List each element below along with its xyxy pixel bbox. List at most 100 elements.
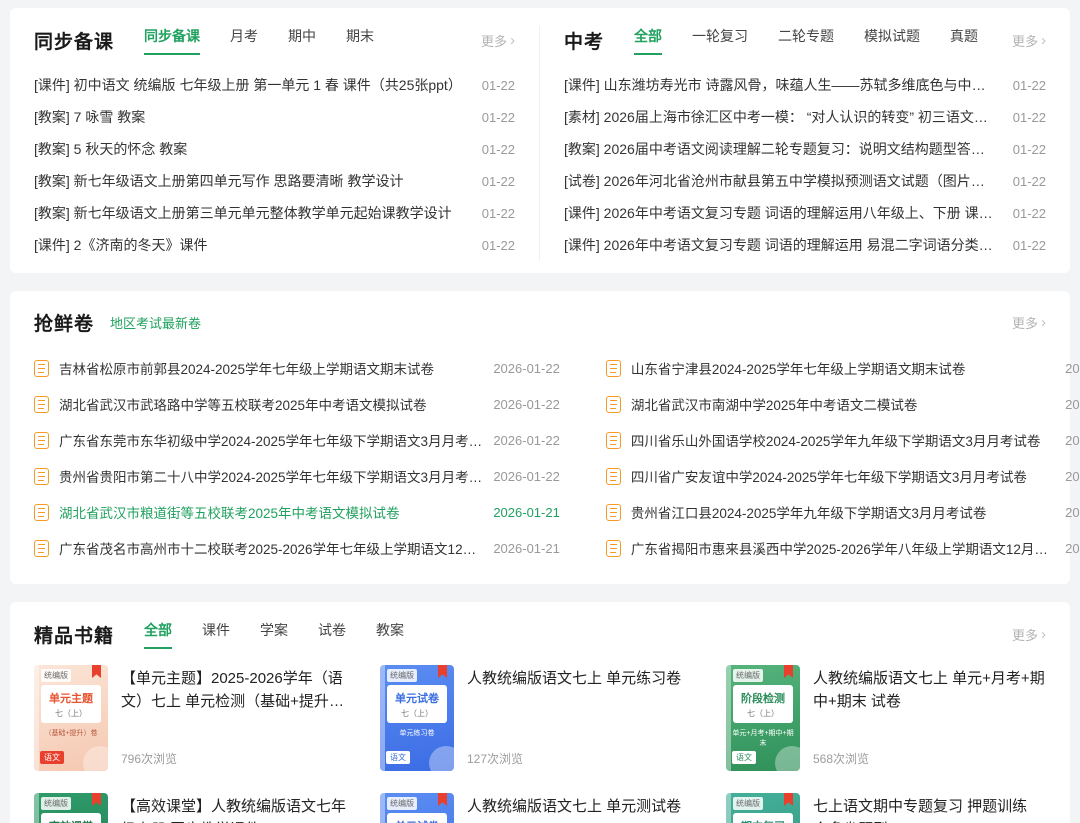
list-item[interactable]: [素材] 2026届上海市徐汇区中考一模： “对人认识的转变” 初三语文作… 0…: [564, 101, 1046, 133]
paper-list-item[interactable]: 湖北省武汉市南湖中学2025年中考语文二模试卷 2026-01-22: [605, 386, 1080, 422]
item-title[interactable]: [素材] 2026届上海市徐汇区中考一模： “对人认识的转变” 初三语文作…: [564, 107, 999, 127]
tab-round1-review[interactable]: 一轮复习: [692, 26, 748, 55]
book-title[interactable]: 七上语文期中专题复习 押题训练 含多省题型: [813, 795, 1046, 823]
sync-prep-more-link[interactable]: 更多 ›: [481, 31, 515, 50]
item-date: 01-22: [1012, 173, 1046, 189]
zhongkao-more-link[interactable]: 更多 ›: [1012, 31, 1046, 50]
paper-title[interactable]: 四川省广安友谊中学2024-2025学年七年级下学期语文3月月考试卷: [631, 466, 1055, 486]
list-item[interactable]: [课件] 2026年中考语文复习专题 词语的理解运用八年级上、下册 课件(… 0…: [564, 197, 1046, 229]
paper-doc-icon: [605, 539, 621, 557]
paper-title[interactable]: 贵州省贵阳市第二十八中学2024-2025学年七年级下学期语文3月月考试卷: [59, 466, 483, 486]
tab-mock-papers[interactable]: 模拟试题: [864, 26, 920, 55]
paper-doc-icon: [34, 503, 49, 521]
paper-title[interactable]: 山东省宁津县2024-2025学年七年级上学期语文期末试卷: [631, 358, 1055, 378]
item-title[interactable]: [课件] 山东潍坊寿光市 诗露风骨，味蕴人生——苏轼多维底色与中考诗…: [564, 75, 999, 95]
fresh-papers-panel: 抢鲜卷 地区考试最新卷 更多 › 吉林省松原市前郭县2024-2025学年七年级…: [10, 291, 1080, 584]
paper-date: 2026-01-21: [493, 540, 560, 556]
paper-doc-icon: [34, 395, 49, 413]
cover-main-text: 单元试卷: [395, 693, 439, 705]
list-item[interactable]: [课件] 初中语文 统编版 七年级上册 第一单元 1 春 课件（共25张ppt）…: [34, 69, 515, 101]
tab-round2-topics[interactable]: 二轮专题: [778, 26, 834, 55]
book-card[interactable]: 统编版 期中复习 七（上） 押题训练 七上语文期中专题复习 押题训练 含多省题型: [726, 793, 1046, 823]
paper-title[interactable]: 湖北省武汉市武珞路中学等五校联考2025年中考语文模拟试卷: [59, 394, 483, 414]
tab-books-all[interactable]: 全部: [144, 620, 173, 649]
item-title[interactable]: [教案] 新七年级语文上册第三单元单元整体教学单元起始课教学设计: [34, 203, 452, 223]
books-tabs: 全部 课件 学案 试卷 教案: [144, 620, 404, 649]
tab-final[interactable]: 期末: [346, 26, 374, 55]
tab-books-courseware[interactable]: 课件: [202, 620, 230, 649]
list-item[interactable]: [课件] 山东潍坊寿光市 诗露风骨，味蕴人生——苏轼多维底色与中考诗… 01-2…: [564, 69, 1046, 101]
item-title[interactable]: [试卷] 2026年河北省沧州市献县第五中学模拟预测语文试题（图片版，…: [564, 171, 999, 191]
item-title[interactable]: [课件] 2026年中考语文复习专题 词语的理解运用 易混二字词语分类梳…: [564, 235, 999, 255]
tab-books-lesson-plans[interactable]: 教案: [376, 620, 404, 649]
item-title[interactable]: [课件] 初中语文 统编版 七年级上册 第一单元 1 春 课件（共25张ppt）: [34, 75, 462, 95]
subject-badge: 语文: [732, 751, 756, 764]
item-title[interactable]: [教案] 新七年级语文上册第四单元写作 思路要清晰 教学设计: [34, 171, 403, 191]
paper-date: 2026-01-22: [493, 432, 560, 448]
chevron-right-icon: ›: [1041, 626, 1046, 643]
book-title[interactable]: 【单元主题】2025-2026学年（语文）七上 单元检测（基础+提升）卷: [121, 667, 354, 714]
more-label: 更多: [1011, 628, 1038, 643]
paper-list-item[interactable]: 广东省揭阳市惠来县溪西中学2025-2026学年八年级上学期语文12月月考试卷 …: [605, 530, 1080, 566]
list-item[interactable]: [课件] 2026年中考语文复习专题 词语的理解运用 易混二字词语分类梳… 01…: [564, 229, 1046, 261]
paper-list-item[interactable]: 贵州省江口县2024-2025学年九年级下学期语文3月月考试卷 2026-01-…: [605, 494, 1080, 530]
tab-sync-prep[interactable]: 同步备课: [144, 26, 201, 55]
item-title[interactable]: [教案] 5 秋天的怀念 教案: [34, 139, 187, 159]
paper-list-item[interactable]: 湖北省武汉市武珞路中学等五校联考2025年中考语文模拟试卷 2026-01-22: [34, 386, 560, 422]
paper-doc-icon: [34, 359, 49, 377]
book-card[interactable]: 统编版 单元试卷 七（上） 单元测试卷 人教统编版语文七上 单元测试卷: [380, 793, 700, 823]
book-card[interactable]: 统编版 单元主题 七（上） （基础+提升）卷 语文 【单元主题】2025-202…: [34, 665, 354, 771]
paper-title[interactable]: 吉林省松原市前郭县2024-2025学年七年级上学期语文期末试卷: [59, 358, 483, 378]
sync-prep-title: 同步备课: [34, 32, 115, 53]
book-title[interactable]: 人教统编版语文七上 单元测试卷: [467, 795, 700, 818]
paper-list-item[interactable]: 贵州省贵阳市第二十八中学2024-2025学年七年级下学期语文3月月考试卷 20…: [34, 458, 560, 494]
paper-list-item[interactable]: 广东省茂名市高州市十二校联考2025-2026学年七年级上学期语文12月月考… …: [34, 530, 560, 566]
paper-list-item[interactable]: 山东省宁津县2024-2025学年七年级上学期语文期末试卷 2026-01-22: [605, 350, 1080, 386]
book-cover: 统编版 单元试卷 七（上） 单元练习卷 语文: [380, 665, 454, 771]
list-item[interactable]: [课件] 2《济南的冬天》课件 01-22: [34, 229, 515, 261]
book-title[interactable]: 人教统编版语文七上 单元练习卷: [467, 667, 700, 690]
book-card[interactable]: 统编版 单元试卷 七（上） 单元练习卷 语文 人教统编版语文七上 单元练习卷 1…: [380, 665, 700, 771]
paper-title[interactable]: 湖北省武汉市粮道街等五校联考2025年中考语文模拟试卷: [59, 502, 483, 522]
more-label: 更多: [1011, 316, 1038, 331]
tab-books-study-plans[interactable]: 学案: [260, 620, 288, 649]
list-item[interactable]: [教案] 7 咏雪 教案 01-22: [34, 101, 515, 133]
edition-tag: 统编版: [41, 669, 71, 682]
list-item[interactable]: [试卷] 2026年河北省沧州市献县第五中学模拟预测语文试题（图片版，… 01-…: [564, 165, 1046, 197]
sync-prep-header: 同步备课 同步备课 月考 期中 期末 更多 ›: [34, 26, 515, 55]
book-title[interactable]: 人教统编版语文七上 单元+月考+期中+期末 试卷: [813, 667, 1046, 714]
tab-all[interactable]: 全部: [634, 26, 663, 55]
list-item[interactable]: [教案] 2026届中考语文阅读理解二轮专题复习：说明文结构题型答题思… 01-…: [564, 133, 1046, 165]
paper-list-item-highlighted[interactable]: 湖北省武汉市粮道街等五校联考2025年中考语文模拟试卷 2026-01-21: [34, 494, 560, 530]
paper-list-item[interactable]: 广东省东莞市东华初级中学2024-2025学年七年级下学期语文3月月考试卷 20…: [34, 422, 560, 458]
item-title[interactable]: [教案] 2026届中考语文阅读理解二轮专题复习：说明文结构题型答题思…: [564, 139, 999, 159]
paper-title[interactable]: 贵州省江口县2024-2025学年九年级下学期语文3月月考试卷: [631, 502, 1055, 522]
tab-real-papers[interactable]: 真题: [950, 26, 978, 55]
item-title[interactable]: [课件] 2《济南的冬天》课件: [34, 235, 207, 255]
tab-monthly-exam[interactable]: 月考: [230, 26, 258, 55]
item-title[interactable]: [课件] 2026年中考语文复习专题 词语的理解运用八年级上、下册 课件(…: [564, 203, 999, 223]
book-card[interactable]: 统编版 阶段检测 七（上） 单元+月考+期中+期末 语文 人教统编版语文七上 单…: [726, 665, 1046, 771]
cover-main-text: 单元试卷: [389, 818, 445, 823]
books-more-link[interactable]: 更多 ›: [1012, 625, 1046, 644]
paper-date: 2026-01-22: [1065, 360, 1080, 376]
paper-title[interactable]: 四川省乐山外国语学校2024-2025学年九年级下学期语文3月月考试卷: [631, 430, 1055, 450]
item-title[interactable]: [教案] 7 咏雪 教案: [34, 107, 145, 127]
paper-list-item[interactable]: 四川省广安友谊中学2024-2025学年七年级下学期语文3月月考试卷 2026-…: [605, 458, 1080, 494]
paper-title[interactable]: 广东省揭阳市惠来县溪西中学2025-2026学年八年级上学期语文12月月考试卷: [631, 538, 1055, 558]
paper-list-item[interactable]: 吉林省松原市前郭县2024-2025学年七年级上学期语文期末试卷 2026-01…: [34, 350, 560, 386]
list-item[interactable]: [教案] 新七年级语文上册第四单元写作 思路要清晰 教学设计 01-22: [34, 165, 515, 197]
zhongkao-panel: 中考 全部 一轮复习 二轮专题 模拟试题 真题 更多 › [课件] 山东潍坊寿光…: [540, 26, 1070, 261]
list-item[interactable]: [教案] 5 秋天的怀念 教案 01-22: [34, 133, 515, 165]
paper-list-item[interactable]: 四川省乐山外国语学校2024-2025学年九年级下学期语文3月月考试卷 2026…: [605, 422, 1080, 458]
tab-midterm[interactable]: 期中: [288, 26, 316, 55]
paper-date: 2026-01-21: [1065, 540, 1080, 556]
book-title[interactable]: 【高效课堂】人教统编版语文七年级上册 同步教学课件: [121, 795, 354, 823]
fresh-papers-more-link[interactable]: 更多 ›: [1012, 313, 1046, 332]
paper-title[interactable]: 湖北省武汉市南湖中学2025年中考语文二模试卷: [631, 394, 1055, 414]
book-card[interactable]: 统编版 高效课堂 同步教学课件 语文 【高效课堂】人教统编版语文七年级上册 同步…: [34, 793, 354, 823]
paper-title[interactable]: 广东省东莞市东华初级中学2024-2025学年七年级下学期语文3月月考试卷: [59, 430, 483, 450]
list-item[interactable]: [教案] 新七年级语文上册第三单元单元整体教学单元起始课教学设计 01-22: [34, 197, 515, 229]
tab-books-test-papers[interactable]: 试卷: [318, 620, 346, 649]
paper-title[interactable]: 广东省茂名市高州市十二校联考2025-2026学年七年级上学期语文12月月考…: [59, 538, 483, 558]
